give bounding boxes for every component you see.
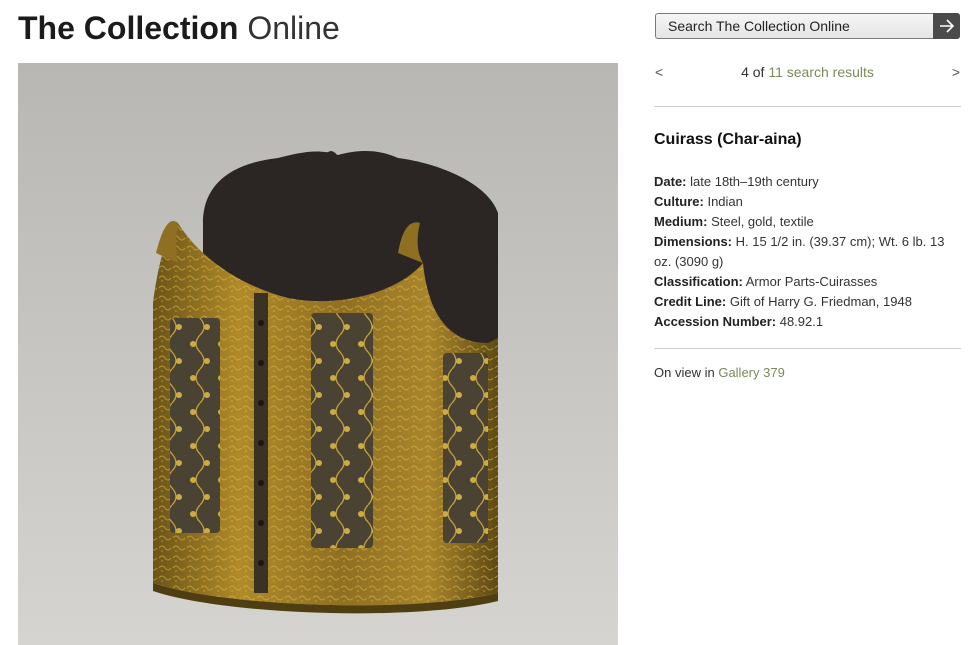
detail-date: Date: late 18th–19th century — [654, 172, 959, 192]
site-title-light: Online — [247, 10, 340, 46]
artwork-image[interactable] — [18, 63, 618, 645]
site-title[interactable]: The Collection Online — [18, 8, 340, 48]
detail-label: Credit Line: — [654, 294, 727, 309]
detail-value: Gift of Harry G. Friedman, 1948 — [729, 294, 912, 309]
detail-value: 48.92.1 — [779, 314, 824, 329]
detail-value: Steel, gold, textile — [711, 214, 814, 229]
detail-label: Culture: — [654, 194, 704, 209]
detail-accession-number: Accession Number: 48.92.1 — [654, 312, 959, 332]
on-view: On view in Gallery 379 — [654, 365, 785, 380]
detail-label: Dimensions: — [654, 234, 733, 249]
site-title-bold: The Collection — [18, 10, 239, 46]
gallery-link[interactable]: Gallery 379 — [718, 365, 784, 380]
detail-culture: Culture: Indian — [654, 192, 959, 212]
detail-label: Accession Number: — [654, 314, 777, 329]
detail-credit-line: Credit Line: Gift of Harry G. Friedman, … — [654, 292, 959, 312]
detail-value: late 18th–19th century — [690, 174, 819, 189]
arrow-right-icon — [939, 18, 954, 33]
result-total: 11 — [768, 64, 783, 80]
detail-label: Medium: — [654, 214, 708, 229]
next-result-button[interactable]: > — [952, 64, 960, 80]
search-input[interactable] — [656, 14, 933, 38]
cuirass-illustration — [153, 151, 498, 614]
detail-value: Armor Parts-Cuirasses — [745, 274, 878, 289]
on-view-label: On view in — [654, 365, 715, 380]
result-suffix: search results — [786, 64, 874, 80]
divider — [654, 348, 961, 349]
object-title: Cuirass (Char-aina) — [654, 131, 802, 148]
detail-classification: Classification: Armor Parts-Cuirasses — [654, 272, 959, 292]
detail-medium: Medium: Steel, gold, textile — [654, 212, 959, 232]
result-current: 4 — [741, 64, 749, 80]
object-details: Date: late 18th–19th century Culture: In… — [654, 172, 959, 332]
search-bar — [655, 12, 960, 39]
detail-value: Indian — [707, 194, 743, 209]
result-total-link[interactable]: 11 search results — [768, 64, 874, 80]
divider — [654, 106, 961, 107]
search-submit-button[interactable] — [933, 12, 960, 39]
results-pager: < 4 of 11 search results > — [655, 64, 960, 82]
detail-label: Classification: — [654, 274, 743, 289]
detail-dimensions: Dimensions: H. 15 1/2 in. (39.37 cm); Wt… — [654, 232, 959, 272]
result-count: 4 of 11 search results — [655, 64, 960, 80]
detail-label: Date: — [654, 174, 687, 189]
result-of: of — [752, 64, 765, 80]
